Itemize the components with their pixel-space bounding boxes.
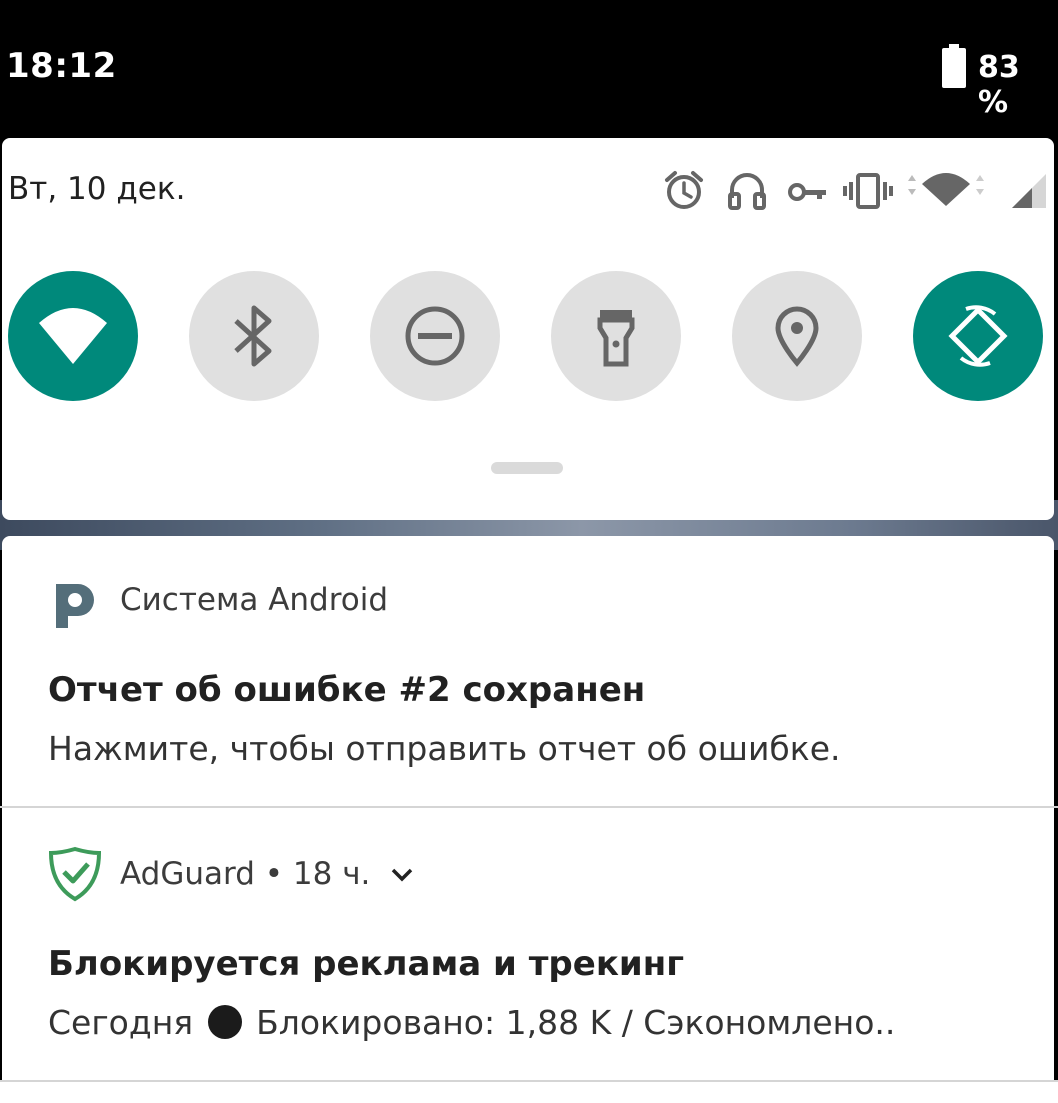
do-not-disturb-icon	[405, 306, 465, 366]
status-time: 18:12	[6, 46, 117, 86]
location-icon	[775, 306, 819, 367]
wifi-tile[interactable]	[8, 271, 138, 401]
notification-text-prefix: Сегодня	[48, 1003, 194, 1042]
adguard-shield-icon	[48, 846, 102, 902]
notification-time: • 18 ч.	[264, 856, 371, 892]
wifi-signal-icon	[908, 173, 984, 206]
vpn-key-icon	[788, 183, 826, 201]
next-notification-edge	[0, 1082, 1058, 1103]
separator-dot-icon	[207, 1005, 242, 1039]
auto-rotate-icon	[948, 305, 1008, 367]
date-label[interactable]: Вт, 10 дек.	[8, 171, 185, 207]
drag-handle[interactable]	[491, 462, 563, 474]
alarm-icon	[665, 171, 703, 209]
quick-settings-panel: Вт, 10 дек.	[2, 138, 1054, 520]
headset-icon	[728, 173, 766, 210]
notification-android-system[interactable]: Система Android Отчет об ошибке #2 сохра…	[2, 536, 1054, 806]
notification-adguard[interactable]: AdGuard • 18 ч. Блокируется реклама и тр…	[2, 808, 1054, 1080]
vibrate-icon	[843, 173, 893, 209]
battery-percent: 83 %	[978, 50, 1020, 120]
wifi-icon	[39, 308, 107, 364]
notification-title: Блокируется реклама и трекинг	[48, 944, 684, 984]
bluetooth-icon	[234, 305, 272, 367]
flashlight-icon	[597, 310, 635, 367]
app-name-text: AdGuard	[120, 856, 255, 892]
status-bar: 18:12 83 %	[0, 0, 1058, 138]
battery-icon	[942, 44, 966, 88]
bluetooth-tile[interactable]	[189, 271, 319, 401]
do-not-disturb-tile[interactable]	[370, 271, 500, 401]
cell-signal-icon	[1012, 174, 1046, 208]
notification-text: Сегодня Блокировано: 1,88 K / Сэкономлен…	[48, 1003, 895, 1042]
android-system-icon	[56, 584, 94, 628]
notification-title: Отчет об ошибке #2 сохранен	[48, 670, 646, 710]
notification-text-suffix: Блокировано: 1,88 K / Сэкономлено..	[256, 1003, 896, 1042]
app-name: Система Android	[120, 582, 389, 618]
chevron-down-icon[interactable]	[390, 866, 414, 884]
flashlight-tile[interactable]	[551, 271, 681, 401]
auto-rotate-tile[interactable]	[913, 271, 1043, 401]
app-name: AdGuard • 18 ч.	[120, 856, 370, 892]
notification-text: Нажмите, чтобы отправить отчет об ошибке…	[48, 729, 841, 768]
location-tile[interactable]	[732, 271, 862, 401]
